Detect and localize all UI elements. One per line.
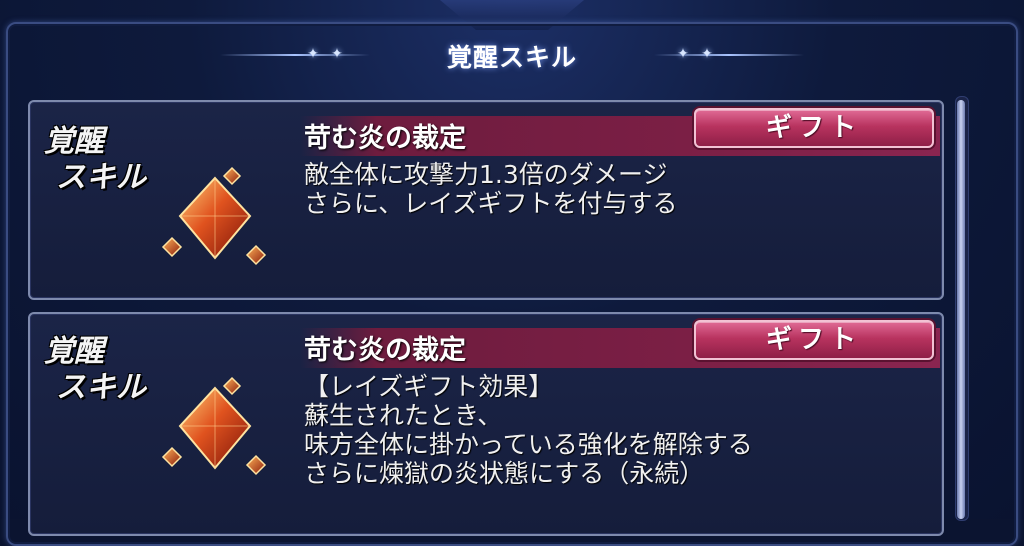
skill-description: 【レイズギフト効果】 蘇生されたとき、 味方全体に掛かっている強化を解除する さ…: [304, 372, 753, 488]
description-line: 蘇生されたとき、: [304, 401, 503, 430]
gift-tag-button[interactable]: ギフト: [694, 108, 934, 148]
skill-card: 苛む炎の裁定 ギフト 覚醒 スキル: [28, 100, 944, 300]
gift-tag-button[interactable]: ギフト: [694, 320, 934, 360]
sparkle-icon: ✦: [677, 46, 689, 62]
skill-name: 苛む炎の裁定: [304, 123, 466, 154]
description-line: 敵全体に攻撃力1.3倍のダメージ: [304, 160, 668, 189]
description-line: 【レイズギフト効果】: [304, 372, 554, 401]
skill-card: 苛む炎の裁定 ギフト 覚醒 スキル: [28, 312, 944, 536]
awakening-gem-icon: [160, 376, 270, 486]
sparkle-icon: ✦: [701, 46, 713, 62]
description-line: 味方全体に掛かっている強化を解除する: [304, 430, 753, 459]
description-line: さらに煉獄の炎状態にする（永続）: [304, 459, 705, 488]
skill-panel-background: ✦ ✦ 覚醒スキル ✦ ✦ 苛む炎の裁定 ギフト 覚醒 スキル 敵全体に攻撃力1…: [0, 0, 1024, 546]
panel-title: 覚醒スキル: [446, 43, 577, 72]
description-line: さらに、レイズギフトを付与する: [304, 189, 678, 218]
panel-header: ✦ ✦ 覚醒スキル ✦ ✦: [0, 30, 1024, 84]
skill-description: 敵全体に攻撃力1.3倍のダメージ さらに、レイズギフトを付与する: [304, 160, 678, 218]
scrollbar-thumb[interactable]: [957, 100, 965, 519]
side-label-line1: 覚醒: [44, 124, 104, 159]
awakening-gem-icon: [160, 166, 270, 276]
side-label-line2: スキル: [56, 160, 146, 195]
awakening-skill-label: 覚醒 スキル: [44, 334, 146, 406]
skill-name: 苛む炎の裁定: [304, 335, 466, 366]
side-label-line2: スキル: [56, 370, 146, 405]
awakening-skill-label: 覚醒 スキル: [44, 124, 146, 196]
side-label-line1: 覚醒: [44, 334, 104, 369]
